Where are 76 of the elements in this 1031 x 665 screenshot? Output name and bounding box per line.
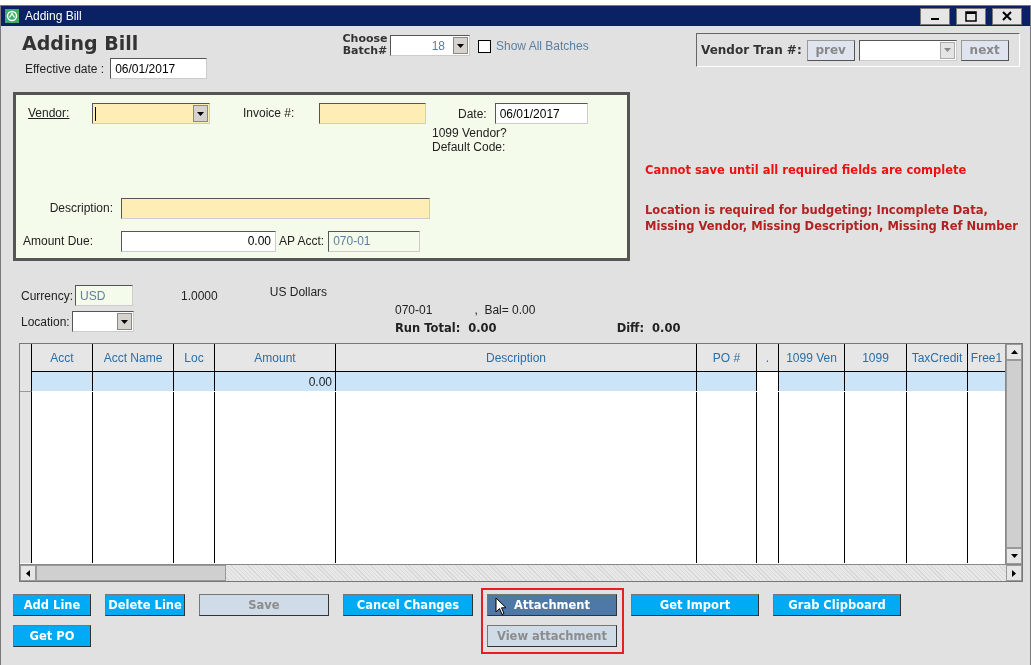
show-all-checkbox[interactable] <box>478 40 491 53</box>
minimize-button[interactable] <box>920 7 950 25</box>
row-header[interactable] <box>20 392 32 411</box>
page-heading: Adding Bill <box>22 32 140 54</box>
action-button[interactable]: Get Import <box>631 594 759 616</box>
currency-label: Currency: <box>21 288 73 303</box>
app-logo-icon <box>5 9 19 23</box>
window-title: Adding Bill <box>25 9 82 23</box>
vendor-dropdown[interactable] <box>92 103 210 124</box>
column-header[interactable]: Acct <box>32 344 93 372</box>
grid-cell: 0.00 <box>215 372 336 391</box>
currency-field[interactable]: USD <box>75 285 133 306</box>
invoice-field[interactable] <box>319 103 426 124</box>
close-icon <box>1002 11 1012 21</box>
action-button[interactable]: Cancel Changes <box>343 594 473 616</box>
grid-row[interactable]: 0.00 <box>20 372 1005 392</box>
close-button[interactable] <box>992 7 1022 25</box>
amount-due-field[interactable]: 0.00 <box>121 230 276 252</box>
warning-message: Location is required for budgeting; Incomplete Data, Missing Vendor, Missing Description, Missing Ref Number <box>645 202 1018 234</box>
diff-label: Diff: <box>616 320 645 337</box>
default-code-label: Default Code: <box>432 140 506 154</box>
run-total-label: Run Total: <box>395 320 461 337</box>
row-header[interactable] <box>20 372 32 392</box>
action-button[interactable]: Grab Clipboard <box>773 594 901 616</box>
vertical-scrollbar[interactable] <box>1005 344 1022 564</box>
ap-acct-label: AP Acct: <box>279 234 325 248</box>
error-message: Cannot save until all required fields are complete <box>645 162 968 178</box>
vendor-tran-label: Vendor Tran #: <box>701 43 802 57</box>
diff-value: 0.00 <box>652 320 681 337</box>
action-button[interactable]: Delete Line <box>105 594 185 616</box>
effective-date-field[interactable]: 06/01/2017 <box>110 58 208 79</box>
exchange-rate: 1.0000 <box>181 288 218 303</box>
column-header[interactable]: Acct Name <box>93 344 174 372</box>
mouse-pointer-icon <box>495 597 507 616</box>
date-field[interactable]: 06/01/2017 <box>494 103 588 124</box>
vendor-tran-dropdown[interactable] <box>858 39 957 61</box>
vendor-label: Vendor: <box>28 105 71 122</box>
column-header[interactable]: 1099 <box>845 344 907 372</box>
maximize-button[interactable] <box>956 7 986 25</box>
column-header[interactable]: Loc <box>174 344 215 372</box>
column-header[interactable]: . <box>757 344 779 372</box>
balance-text: , Bal= 0.00 <box>474 302 536 319</box>
vendor-1099-label: 1099 Vendor? <box>432 126 507 140</box>
horizontal-scrollbar[interactable] <box>20 564 1022 581</box>
scroll-up-icon <box>1010 350 1018 354</box>
location-label: Location: <box>21 314 70 329</box>
currency-name: US Dollars <box>269 285 328 299</box>
show-all-label: Show All Batches <box>496 39 589 53</box>
grid-cell <box>968 372 1005 391</box>
effective-date-label: Effective date : <box>25 61 105 76</box>
row-header[interactable] <box>20 544 32 563</box>
batch-dropdown[interactable]: 18 <box>390 35 470 56</box>
action-button[interactable]: Get PO <box>13 625 91 647</box>
action-button[interactable]: Add Line <box>13 594 91 616</box>
account-number: 070-01 <box>395 302 433 319</box>
batch-label: Choose Batch# <box>341 33 389 57</box>
column-header[interactable]: PO # <box>697 344 757 372</box>
description-field[interactable] <box>121 197 430 219</box>
column-header[interactable]: Amount <box>215 344 336 372</box>
run-total-value: 0.00 <box>468 320 497 337</box>
date-label: Date: <box>458 106 487 121</box>
column-header[interactable]: TaxCredit <box>907 344 968 372</box>
amount-due-label: Amount Due: <box>23 234 95 248</box>
maximize-icon <box>965 10 977 22</box>
action-button[interactable]: Attachment <box>487 594 617 616</box>
column-header[interactable]: 1099 Ven <box>779 344 845 372</box>
column-header[interactable]: Description <box>336 344 697 372</box>
header-corner <box>20 344 32 372</box>
minimize-icon <box>931 18 939 20</box>
scroll-right-icon <box>1012 569 1016 577</box>
scroll-left-icon <box>26 569 30 577</box>
column-header[interactable]: Free1 <box>968 344 1005 372</box>
description-label: Description: <box>48 201 114 215</box>
scroll-down-icon <box>1010 554 1018 558</box>
invoice-label: Invoice #: <box>243 105 296 122</box>
location-dropdown[interactable] <box>71 311 134 332</box>
